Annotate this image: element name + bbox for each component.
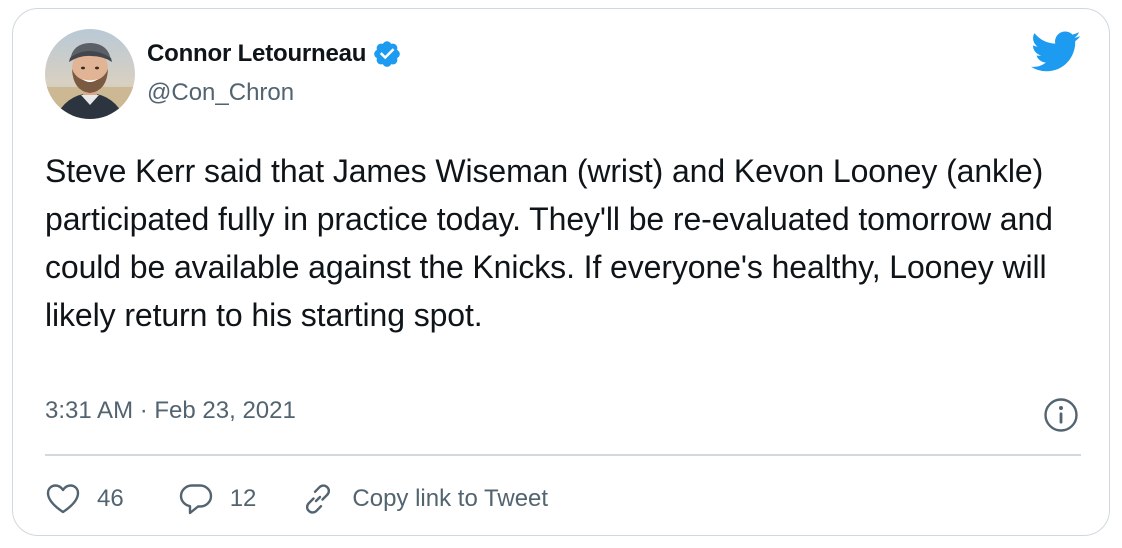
twitter-bird-icon[interactable] [1031,31,1081,73]
verified-badge-icon [372,39,402,69]
like-button[interactable]: 46 [45,481,124,517]
reply-count: 12 [229,485,257,512]
copy-link-label: Copy link to Tweet [352,485,549,512]
tweet-text: Steve Kerr said that James Wiseman (wris… [45,153,1053,333]
link-icon [306,484,331,514]
like-count: 46 [97,485,124,512]
info-icon[interactable] [1043,397,1079,433]
heart-icon [46,484,80,514]
author-name-row[interactable]: Connor Letourneau [147,39,402,69]
reply-button[interactable]: 12 [178,481,257,517]
avatar[interactable] [45,29,135,119]
author-handle[interactable]: @Con_Chron [147,79,294,107]
avatar-image [45,29,135,119]
copy-link-button[interactable]: Copy link to Tweet [300,481,548,517]
action-bar: 46 12 Copy link to Tweet [45,477,548,521]
tweet-card: Connor Letourneau @Con_Chron Steve Kerr … [12,8,1110,536]
divider [45,454,1081,456]
reply-icon [179,484,212,515]
author-name[interactable]: Connor Letourneau [147,40,366,68]
tweet-timestamp[interactable]: 3:31 AM · Feb 23, 2021 [45,397,296,425]
